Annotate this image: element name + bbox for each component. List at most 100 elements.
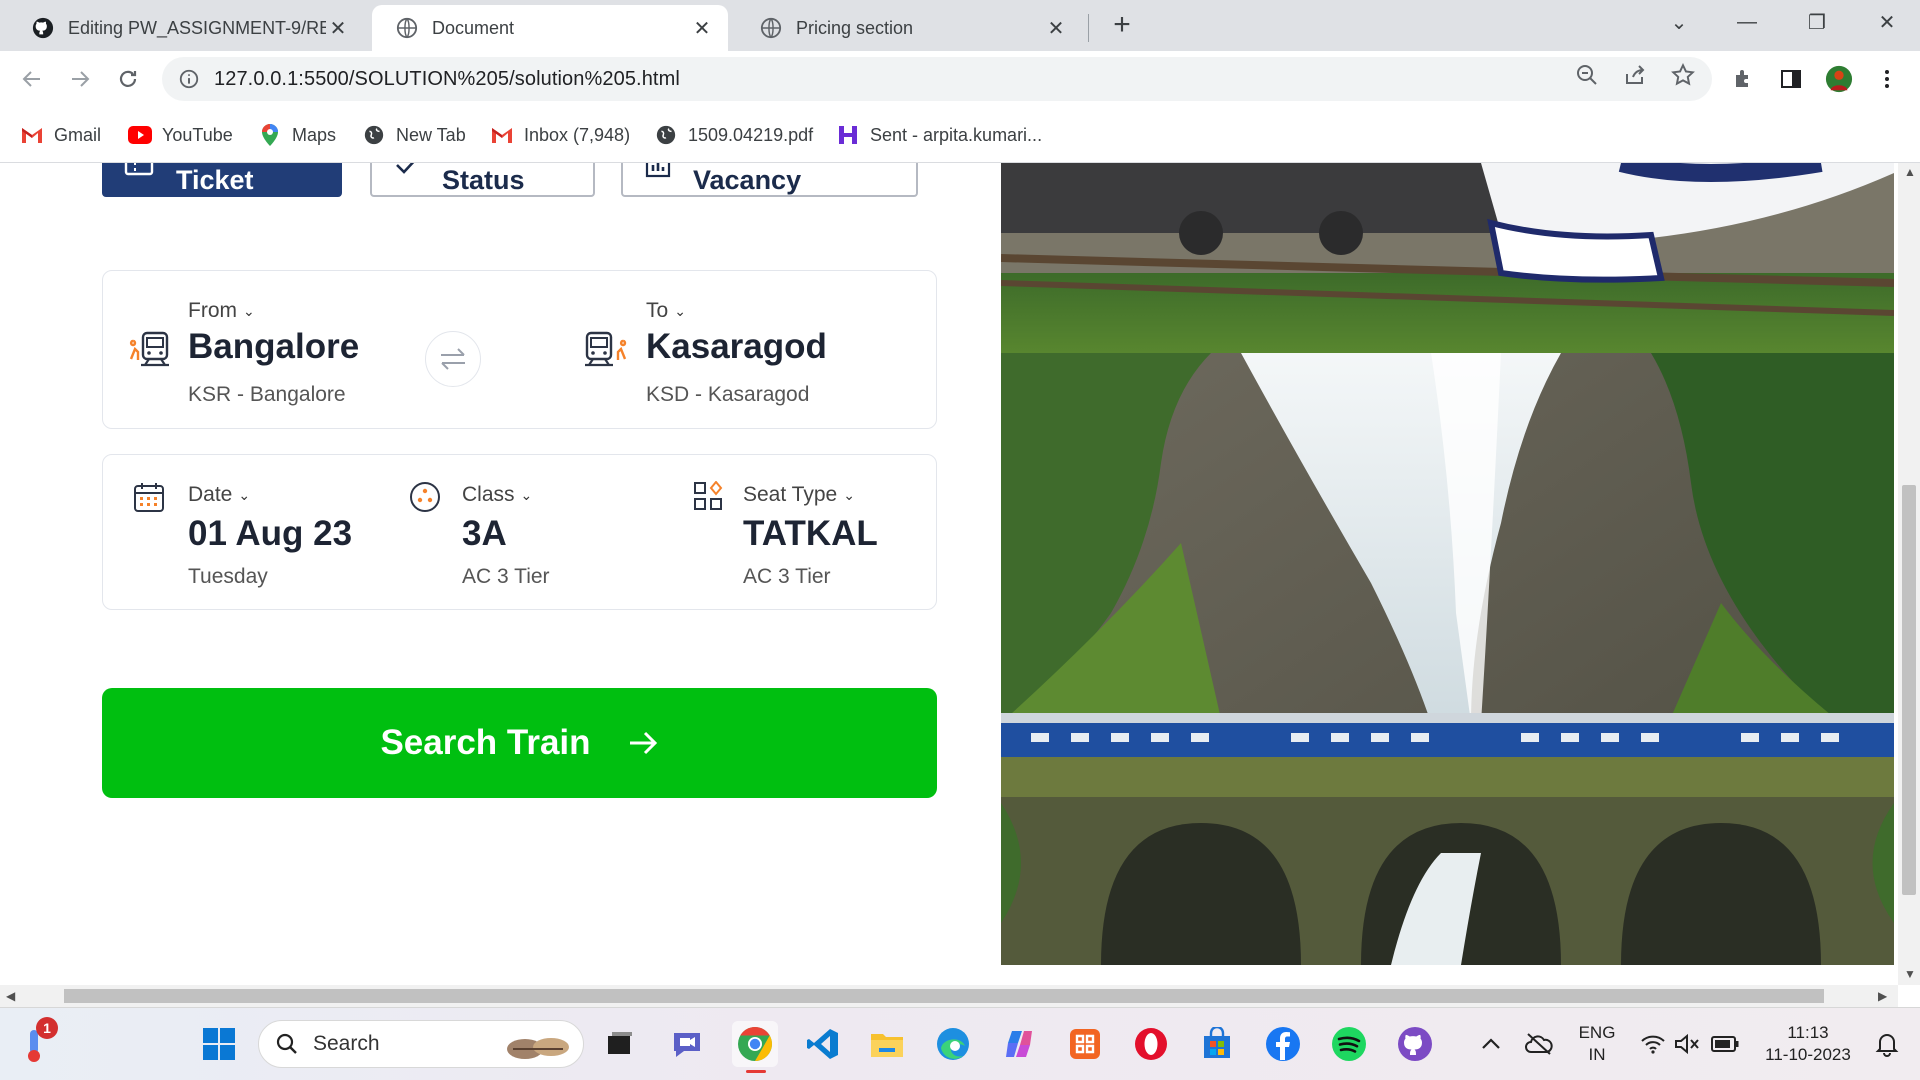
side-panel-icon[interactable] [1777, 65, 1805, 93]
start-button[interactable] [196, 1021, 242, 1067]
teams-chat-app[interactable] [664, 1021, 710, 1067]
bookmark-youtube[interactable]: YouTube [128, 121, 233, 149]
restore-button[interactable]: ❐ [1782, 0, 1852, 44]
bookmark-new-tab[interactable]: New Tab [362, 121, 466, 149]
chrome-menu-icon[interactable] [1873, 65, 1901, 93]
bookmark-label: Gmail [54, 124, 102, 145]
seat-type-label-wrap[interactable]: Seat Type ⌄ [743, 483, 855, 507]
date-label-wrap[interactable]: Date ⌄ [188, 483, 250, 507]
language-indicator[interactable]: ENG IN [1572, 1022, 1622, 1066]
edge-app[interactable] [930, 1021, 976, 1067]
class-value[interactable]: 3A [462, 514, 507, 554]
to-label-wrap[interactable]: To ⌄ [646, 299, 686, 323]
tab-document[interactable]: Document ✕ [372, 5, 728, 51]
scroll-up-icon[interactable]: ▲ [1904, 165, 1916, 179]
scroll-left-icon[interactable]: ◀ [6, 989, 15, 1003]
globe-icon [760, 17, 782, 39]
bookmark-inbox[interactable]: Inbox (7,948) [490, 121, 630, 149]
wifi-icon [1641, 1035, 1665, 1054]
extensions-icon[interactable] [1729, 65, 1757, 93]
new-tab-button[interactable]: + [1106, 10, 1138, 42]
pnr-status-label: PNR Status [442, 163, 525, 195]
clock[interactable]: 11:13 11-10-2023 [1752, 1022, 1864, 1066]
battery-status[interactable] [1702, 1021, 1748, 1067]
widget-app[interactable] [1062, 1021, 1108, 1067]
close-tab-icon[interactable]: ✕ [1044, 16, 1068, 40]
info-icon[interactable] [178, 68, 200, 90]
vscode-app[interactable] [800, 1021, 846, 1067]
language-region: IN [1588, 1045, 1606, 1064]
scroll-down-icon[interactable]: ▼ [1904, 967, 1916, 981]
opera-app[interactable] [1128, 1021, 1174, 1067]
seat-type-value[interactable]: TATKAL [743, 514, 878, 554]
close-window-button[interactable]: ✕ [1852, 0, 1920, 44]
copilot-app[interactable] [996, 1021, 1042, 1067]
bookmark-maps[interactable]: Maps [258, 121, 336, 149]
microsoft-store-app[interactable] [1194, 1021, 1240, 1067]
chrome-app[interactable] [732, 1021, 778, 1073]
arrow-right-icon [72, 71, 90, 87]
notification-badge: 1 [36, 1017, 58, 1039]
swap-stations-button[interactable] [425, 331, 481, 387]
reload-button[interactable] [110, 61, 146, 97]
facebook-app[interactable] [1260, 1021, 1306, 1067]
close-tab-icon[interactable]: ✕ [326, 16, 350, 40]
facebook-icon [1266, 1027, 1300, 1061]
bookmark-star-icon[interactable] [1669, 61, 1697, 89]
notification-center[interactable] [1864, 1021, 1910, 1067]
bookmark-sent[interactable]: Sent - arpita.kumari... [836, 121, 1042, 149]
back-button[interactable] [14, 61, 50, 97]
forward-button[interactable] [62, 61, 98, 97]
tab-pricing[interactable]: Pricing section ✕ [736, 5, 1082, 51]
file-explorer-app[interactable] [864, 1021, 910, 1067]
tab-editing[interactable]: Editing PW_ASSIGNMENT-9/README ✕ [8, 5, 364, 51]
language-code: ENG [1578, 1023, 1616, 1042]
bookmark-label: 1509.04219.pdf [688, 124, 814, 145]
chat-icon [674, 1033, 700, 1057]
minimize-button[interactable]: — [1712, 0, 1782, 44]
route-card: From ⌄ Bangalore KSR - Bangalore To ⌄ Ka… [102, 270, 937, 429]
horizontal-scrollbar[interactable]: ◀ ▶ [0, 985, 1898, 1007]
show-hidden-icons[interactable] [1468, 1021, 1514, 1067]
pnr-status-button[interactable]: PNR Status [370, 163, 595, 197]
calendar-icon [133, 481, 165, 518]
tab-search-icon[interactable]: ⌄ [1644, 0, 1714, 44]
bookmark-pdf[interactable]: 1509.04219.pdf [654, 121, 813, 149]
zoom-icon[interactable] [1573, 61, 1601, 89]
charts-vacancy-button[interactable]: Charts / Vacancy [621, 163, 918, 197]
spotify-icon [1332, 1027, 1366, 1061]
vertical-scrollbar[interactable]: ▲ ▼ [1898, 163, 1920, 985]
clock-date: 11-10-2023 [1765, 1045, 1851, 1064]
share-icon[interactable] [1621, 61, 1649, 89]
from-label-wrap[interactable]: From ⌄ [188, 299, 255, 323]
scroll-right-icon[interactable]: ▶ [1878, 989, 1887, 1003]
profile-avatar[interactable] [1825, 65, 1853, 93]
bookmark-label: YouTube [162, 124, 233, 145]
chevron-down-icon: ⌄ [238, 486, 251, 503]
horizontal-scroll-thumb[interactable] [64, 989, 1824, 1003]
seat-type-description: AC 3 Tier [743, 565, 831, 588]
opera-icon [1135, 1028, 1167, 1060]
to-city[interactable]: Kasaragod [646, 327, 827, 367]
weather-widget[interactable]: 1 [14, 1017, 60, 1067]
book-ticket-button[interactable]: BOOK Ticket [102, 163, 342, 197]
to-label: To [646, 299, 669, 322]
seat-type-icon [693, 480, 723, 516]
class-label-wrap[interactable]: Class ⌄ [462, 483, 532, 507]
from-city[interactable]: Bangalore [188, 327, 359, 367]
vertical-scroll-thumb[interactable] [1902, 485, 1916, 895]
taskbar-search[interactable]: Search [258, 1020, 584, 1068]
close-tab-icon[interactable]: ✕ [690, 16, 714, 40]
youtube-icon [128, 123, 152, 147]
spotify-app[interactable] [1326, 1021, 1372, 1067]
tab-title: Document [432, 17, 515, 38]
onedrive-status[interactable] [1516, 1021, 1562, 1067]
search-train-button[interactable]: Search Train [102, 688, 937, 798]
date-value[interactable]: 01 Aug 23 [188, 514, 352, 554]
task-view-button[interactable] [596, 1021, 642, 1067]
ticket-icon [124, 163, 154, 178]
github-icon [32, 17, 54, 39]
bookmark-gmail[interactable]: Gmail [20, 121, 101, 149]
github-desktop-app[interactable] [1392, 1021, 1438, 1067]
address-bar[interactable]: 127.0.0.1:5500/SOLUTION%205/solution%205… [162, 57, 1712, 101]
